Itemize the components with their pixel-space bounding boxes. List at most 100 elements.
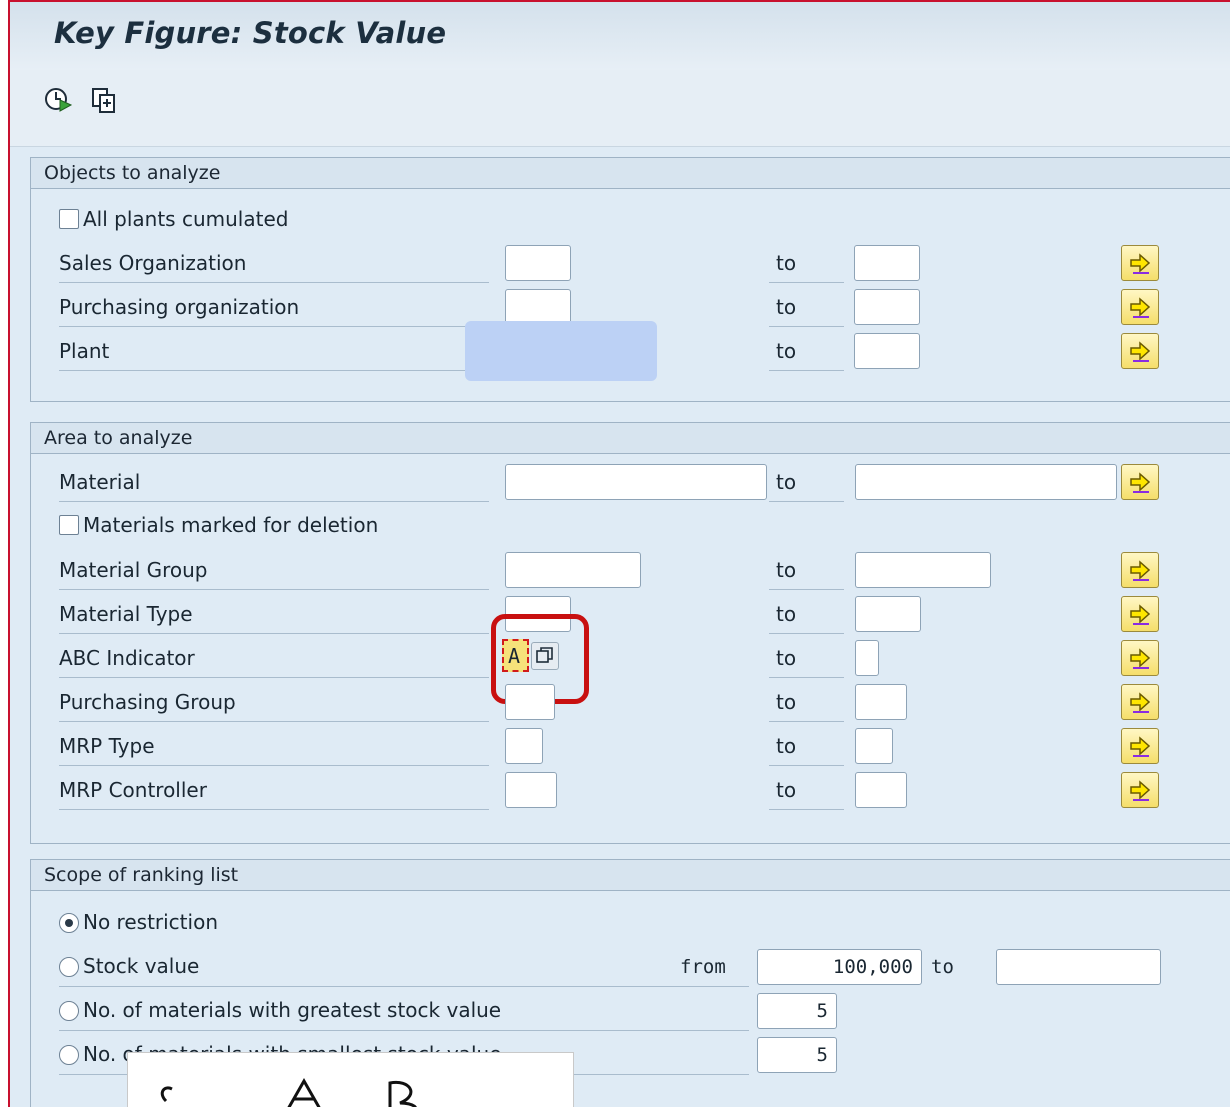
label-underline [59,677,489,678]
sales-org-to-input[interactable] [854,245,920,281]
mrp-controller-from-input[interactable] [505,772,557,808]
multiple-selection-button[interactable] [1121,552,1159,588]
stock-value-from-input[interactable]: 100,000 [757,949,922,985]
material-group-to-input[interactable] [855,552,991,588]
label-underline [769,721,844,722]
scope-option-row: Stock value from 100,000 to [59,949,1179,989]
field-label: Material [59,470,141,494]
to-label: to [776,602,797,626]
label-underline [59,589,489,590]
label-underline [769,677,844,678]
material-from-input[interactable] [505,464,767,500]
multiple-selection-button[interactable] [1121,289,1159,325]
material-to-input[interactable] [855,464,1117,500]
multiple-selection-button[interactable] [1121,245,1159,281]
purchasing-org-to-input[interactable] [854,289,920,325]
abc-indicator-row: ABC Indicator A to [59,614,1179,704]
arrow-right-icon [1130,648,1151,669]
smallest-stock-radio[interactable] [59,1045,79,1065]
field-label: Plant [59,339,110,363]
material-group-row: Material Group to [59,552,1179,592]
field-label: Purchasing organization [59,295,300,319]
to-label: to [776,778,797,802]
multiple-selection-button[interactable] [1121,596,1159,632]
handwritten-overlay-card [127,1052,574,1107]
label-underline [59,721,489,722]
label-underline [769,589,844,590]
mrp-controller-row: MRP Controller to [59,772,1179,812]
page-title: Key Figure: Stock Value [54,16,447,50]
label-underline [769,370,844,371]
multiple-selection-button[interactable] [1121,728,1159,764]
all-plants-label: All plants cumulated [83,207,289,231]
purchasing-org-from-input[interactable] [505,289,571,325]
mrp-type-to-input[interactable] [855,728,893,764]
label-underline [59,1030,749,1031]
to-label: to [776,295,797,319]
material-group-from-input[interactable] [505,552,641,588]
label-underline [769,765,844,766]
label-underline [769,633,844,634]
to-label: to [931,956,954,978]
sap-window: Key Figure: Stock Value Objects to analy… [8,0,1230,1107]
all-plants-checkbox[interactable] [59,209,79,229]
deletion-checkbox[interactable] [59,515,79,535]
stock-value-to-input[interactable] [996,949,1161,985]
sales-org-from-input[interactable] [505,245,571,281]
label-underline [59,809,489,810]
purchasing-group-to-input[interactable] [855,684,907,720]
multiple-selection-button[interactable] [1121,464,1159,500]
abc-indicator-to-input[interactable] [855,640,879,676]
multiple-selection-button[interactable] [1121,333,1159,369]
label-underline [769,282,844,283]
purchasing-group-row: Purchasing Group to [59,684,1179,724]
plant-redacted-input[interactable] [465,321,657,381]
deletion-row: Materials marked for deletion [59,508,659,548]
label-underline [59,633,489,634]
mrp-type-row: MRP Type to [59,728,1179,768]
multiple-selection-button[interactable] [1121,772,1159,808]
to-label: to [776,558,797,582]
material-type-to-input[interactable] [855,596,921,632]
field-label: ABC Indicator [59,646,195,670]
scope-option-row: No. of materials with greatest stock val… [59,993,1179,1033]
option-label: No restriction [83,910,218,934]
greatest-stock-radio[interactable] [59,1001,79,1021]
all-plants-row: All plants cumulated [59,202,659,242]
mrp-type-from-input[interactable] [505,728,543,764]
purchasing-group-from-input[interactable] [505,684,555,720]
plant-row: Plant to [59,321,1179,381]
option-label: No. of materials with greatest stock val… [83,998,502,1022]
multiple-selection-button[interactable] [1121,684,1159,720]
material-row: Material to [59,464,1179,504]
mrp-controller-to-input[interactable] [855,772,907,808]
field-label: MRP Type [59,734,155,758]
arrow-right-icon [1130,253,1151,274]
label-underline [59,370,489,371]
arrow-right-icon [1130,780,1151,801]
label-underline [769,501,844,502]
stock-value-radio[interactable] [59,957,79,977]
smallest-count-input[interactable]: 5 [757,1037,837,1073]
no-restriction-radio[interactable] [59,913,79,933]
arrow-right-icon [1130,297,1151,318]
label-underline [59,501,489,502]
plant-to-input[interactable] [854,333,920,369]
arrow-right-icon [1130,736,1151,757]
option-label: Stock value [83,954,200,978]
to-label: to [776,646,797,670]
arrow-right-icon [1130,692,1151,713]
label-underline [59,282,489,283]
scope-option-row: No restriction [59,905,659,945]
copy-variant-icon[interactable] [90,86,118,114]
field-label: Material Group [59,558,208,582]
arrow-right-icon [1130,472,1151,493]
section-header: Scope of ranking list [31,860,1230,891]
multiple-selection-button[interactable] [1121,640,1159,676]
field-label: MRP Controller [59,778,207,802]
field-label: Purchasing Group [59,690,236,714]
execute-clock-icon[interactable] [44,86,73,114]
label-underline [769,326,844,327]
to-label: to [776,470,797,494]
greatest-count-input[interactable]: 5 [757,993,837,1029]
